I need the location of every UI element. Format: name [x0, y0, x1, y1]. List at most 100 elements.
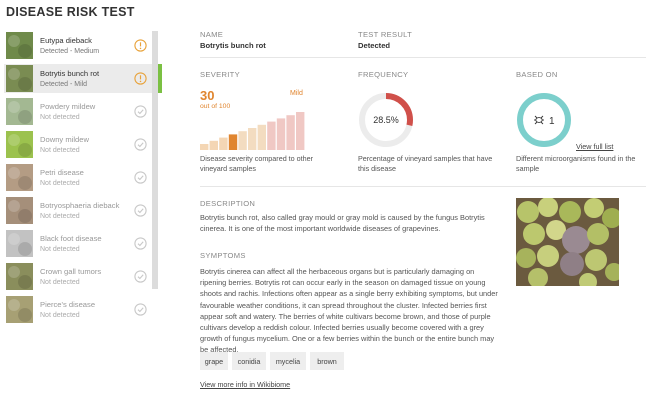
sidebar-item-label: Powdery mildew: [40, 101, 96, 111]
severity-caption: Disease severity compared to other viney…: [200, 154, 314, 173]
test-result-value: Detected: [358, 41, 391, 50]
sidebar-item[interactable]: Pierce's disease Not detected: [4, 295, 159, 324]
wikibiome-link[interactable]: View more info in Wikibiome: [200, 380, 290, 389]
disease-thumbnail: [6, 164, 33, 191]
sidebar-item-text: Botrytis bunch rot Detected - Mild: [40, 68, 134, 90]
disease-photo: [516, 198, 619, 286]
warning-icon: [134, 39, 147, 52]
severity-bar: [200, 144, 209, 150]
view-full-list-link[interactable]: View full list: [576, 142, 613, 151]
check-icon: [134, 270, 147, 283]
disease-thumbnail: [6, 65, 33, 92]
disease-list: Eutypa dieback Detected - Medium Botrytis …: [4, 31, 162, 328]
symptoms-heading: SYMPTOMS: [200, 251, 246, 260]
severity-bar: [296, 112, 305, 150]
disease-thumbnail: [6, 98, 33, 125]
severity-bar: [267, 121, 276, 150]
severity-bar: [257, 124, 266, 150]
severity-level: Mild: [290, 90, 303, 97]
severity-bar: [248, 128, 257, 150]
based-on-caption: Different microorganisms found in the sa…: [516, 154, 636, 173]
check-icon: [134, 237, 147, 250]
name-label: NAME: [200, 30, 224, 39]
sidebar-item[interactable]: Crown gall tumors Not detected: [4, 262, 159, 291]
sidebar-item-text: Downy mildew Not detected: [40, 134, 134, 156]
sidebar-item-text: Petri disease Not detected: [40, 167, 134, 189]
sidebar-item-label: Botryosphaeria dieback: [40, 200, 120, 210]
tag-chip[interactable]: conidia: [232, 352, 266, 370]
frequency-percent: 28.5%: [373, 115, 399, 125]
sidebar-item-text: Black foot disease Not detected: [40, 233, 134, 255]
disease-name: Botrytis bunch rot: [200, 41, 266, 50]
severity-bar: [238, 131, 247, 150]
based-on-ring: 1: [517, 93, 571, 147]
severity-bar: [219, 137, 228, 150]
tag-chip[interactable]: mycelia: [270, 352, 306, 370]
sidebar-item-label: Botrytis bunch rot: [40, 68, 100, 78]
disease-thumbnail: [6, 32, 33, 59]
frequency-label: FREQUENCY: [358, 70, 409, 79]
sidebar-item-text: Pierce's disease Not detected: [40, 299, 134, 321]
sidebar-item-status: Not detected: [40, 179, 80, 187]
page-title: DISEASE RISK TEST: [6, 5, 135, 19]
severity-label: SEVERITY: [200, 70, 240, 79]
severity-bar-chart: [200, 112, 305, 150]
based-on-label: BASED ON: [516, 70, 558, 79]
sidebar-item-label: Pierce's disease: [40, 299, 96, 309]
frequency-caption: Percentage of vineyard samples that have…: [358, 154, 493, 173]
severity-bar: [228, 134, 238, 150]
check-icon: [134, 204, 147, 217]
sidebar-item-label: Eutypa dieback: [40, 35, 92, 45]
sidebar-scrollbar[interactable]: [152, 31, 158, 289]
description-text: Botrytis bunch rot, also called gray mou…: [200, 213, 485, 234]
severity-bar: [286, 115, 295, 150]
frequency-donut: 28.5%: [359, 93, 413, 147]
sidebar-item-label: Black foot disease: [40, 233, 102, 243]
disease-thumbnail: [6, 296, 33, 323]
severity-value: 30: [200, 88, 215, 103]
description-heading: DESCRIPTION: [200, 199, 256, 208]
check-icon: [134, 171, 147, 184]
sidebar-item-text: Eutypa dieback Detected - Medium: [40, 35, 134, 57]
disease-thumbnail: [6, 263, 33, 290]
check-icon: [134, 303, 147, 316]
sidebar-item[interactable]: Petri disease Not detected: [4, 163, 159, 192]
tag-chip[interactable]: grape: [200, 352, 228, 370]
sidebar-item[interactable]: Downy mildew Not detected: [4, 130, 159, 159]
sidebar-item-status: Not detected: [40, 245, 80, 253]
sidebar-item-status: Not detected: [40, 278, 80, 286]
disease-thumbnail: [6, 131, 33, 158]
sidebar-item-status: Not detected: [40, 146, 80, 154]
severity-bar: [276, 118, 286, 150]
sidebar-item[interactable]: Eutypa dieback Detected - Medium: [4, 31, 159, 60]
sidebar-item[interactable]: Black foot disease Not detected: [4, 229, 159, 258]
test-result-label: TEST RESULT: [358, 30, 413, 39]
severity-out-of: out of 100: [200, 103, 231, 110]
microorganism-count: 1: [549, 116, 555, 127]
severity-bar: [209, 140, 218, 150]
disease-thumbnail: [6, 197, 33, 224]
divider: [200, 57, 646, 58]
sidebar-item-text: Crown gall tumors Not detected: [40, 266, 134, 288]
symptoms-text: Botrytis cinerea can affect all the herb…: [200, 267, 498, 355]
sidebar-item[interactable]: Botryosphaeria dieback Not detected: [4, 196, 159, 225]
sidebar-item-text: Botryosphaeria dieback Not detected: [40, 200, 134, 222]
sidebar-item-label: Crown gall tumors: [40, 266, 102, 276]
divider: [200, 186, 646, 187]
microorganism-icon: [534, 115, 544, 125]
sidebar-item[interactable]: Powdery mildew Not detected: [4, 97, 159, 126]
disease-thumbnail: [6, 230, 33, 257]
check-icon: [134, 105, 147, 118]
sidebar-item-label: Petri disease: [40, 167, 84, 177]
check-icon: [134, 138, 147, 151]
sidebar-item-status: Not detected: [40, 311, 80, 319]
sidebar-item-status: Detected - Medium: [40, 47, 100, 55]
tag-chip[interactable]: brown: [310, 352, 344, 370]
sidebar-item-text: Powdery mildew Not detected: [40, 101, 134, 123]
warning-icon: [134, 72, 147, 85]
sidebar-item-status: Not detected: [40, 212, 80, 220]
sidebar-item-label: Downy mildew: [40, 134, 89, 144]
sidebar-item-status: Detected - Mild: [40, 80, 88, 88]
sidebar-item-status: Not detected: [40, 113, 80, 121]
sidebar-item[interactable]: Botrytis bunch rot Detected - Mild: [4, 64, 162, 93]
